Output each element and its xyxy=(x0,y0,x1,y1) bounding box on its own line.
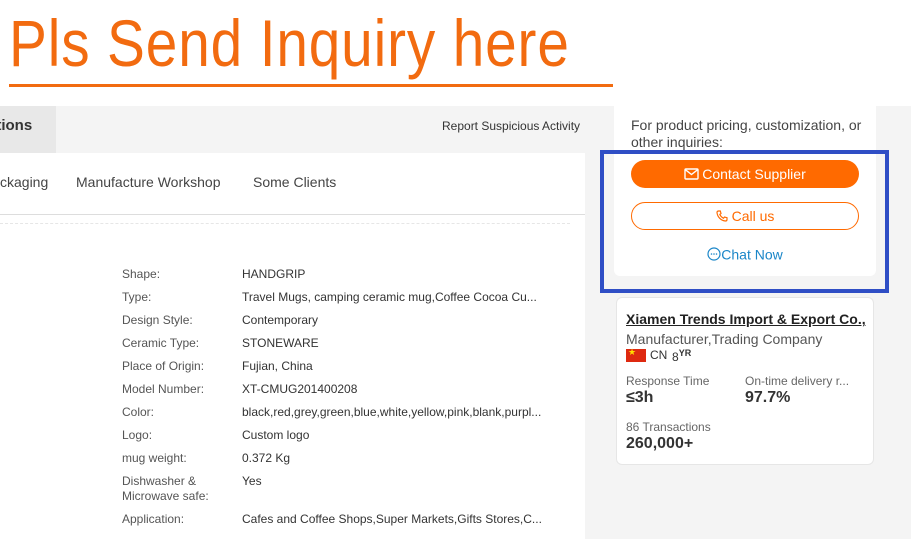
attr-label-place-of-origin: Place of Origin: xyxy=(122,359,205,373)
tab-transactions[interactable]: ctions xyxy=(0,106,56,153)
attr-value-model-number: XT-CMUG201400208 xyxy=(242,382,358,396)
attr-value-ceramic-type: STONEWARE xyxy=(242,336,319,350)
response-time-value: ≤3h xyxy=(626,389,654,406)
highlight-box xyxy=(600,150,889,293)
attr-label-type: Type: xyxy=(122,290,152,304)
tab-transactions-label: ctions xyxy=(0,117,33,134)
attr-value-shape: HANDGRIP xyxy=(242,267,306,281)
on-time-delivery-label: On-time delivery r... xyxy=(745,374,850,388)
attr-value-application: Cafes and Coffee Shops,Super Markets,Gif… xyxy=(242,512,542,526)
response-time-label: Response Time xyxy=(626,374,710,388)
attr-label-mug-weight: mug weight: xyxy=(122,451,187,465)
divider xyxy=(0,223,570,224)
attr-value-logo: Custom logo xyxy=(242,428,310,442)
transactions-label: 86 Transactions xyxy=(626,420,711,434)
on-time-delivery-value: 97.7% xyxy=(745,389,791,406)
attr-label-design-style: Design Style: xyxy=(122,313,193,327)
attr-label-model-number: Model Number: xyxy=(122,382,205,396)
supplier-years-number: 8 xyxy=(672,350,679,364)
inquiry-banner[interactable]: Pls Send Inquiry here xyxy=(9,4,661,87)
attr-value-place-of-origin: Fujian, China xyxy=(242,359,313,373)
report-suspicious-link[interactable]: Report Suspicious Activity xyxy=(442,119,580,133)
china-flag-icon: ★ xyxy=(626,347,646,362)
subnav-item-packaging[interactable]: ckaging xyxy=(0,174,48,190)
details-subnav: ckaging Manufacture Workshop Some Client… xyxy=(0,153,585,215)
transactions-value: 260,000+ xyxy=(626,435,694,452)
supplier-years-unit: YR xyxy=(678,348,692,358)
subnav-item-manufacture-workshop[interactable]: Manufacture Workshop xyxy=(76,174,220,190)
attr-label-logo: Logo: xyxy=(122,428,153,442)
inquiry-prompt: For product pricing, customization, or o… xyxy=(631,117,862,150)
attr-value-dishwasher-safe: Yes xyxy=(242,474,262,488)
attr-label-color: Color: xyxy=(122,405,155,419)
attr-label-application: Application: xyxy=(122,512,185,526)
supplier-name-link[interactable]: Xiamen Trends Import & Export Co.,... xyxy=(626,311,866,327)
supplier-business-type: Manufacturer,Trading Company xyxy=(626,331,823,347)
product-details-panel: ckaging Manufacture Workshop Some Client… xyxy=(0,153,585,539)
attr-label-shape: Shape: xyxy=(122,267,161,281)
page-root: Pls Send Inquiry here ctions Report Susp… xyxy=(0,0,911,539)
attr-value-design-style: Contemporary xyxy=(242,313,319,327)
supplier-card: Xiamen Trends Import & Export Co.,... Ma… xyxy=(616,297,874,465)
attr-value-type: Travel Mugs, camping ceramic mug,Coffee … xyxy=(242,290,537,304)
supplier-years: 8YR xyxy=(672,348,691,364)
banner-underline xyxy=(9,84,613,87)
subnav-item-some-clients[interactable]: Some Clients xyxy=(253,174,336,190)
attr-value-color: black,red,grey,green,blue,white,yellow,p… xyxy=(242,405,542,419)
attr-label-ceramic-type: Ceramic Type: xyxy=(122,336,200,350)
banner-text[interactable]: Pls Send Inquiry here xyxy=(9,4,570,82)
attr-label-dishwasher-safe: Dishwasher & Microwave safe: xyxy=(122,474,209,503)
attr-value-mug-weight: 0.372 Kg xyxy=(242,451,291,465)
supplier-country: CN xyxy=(650,348,668,362)
